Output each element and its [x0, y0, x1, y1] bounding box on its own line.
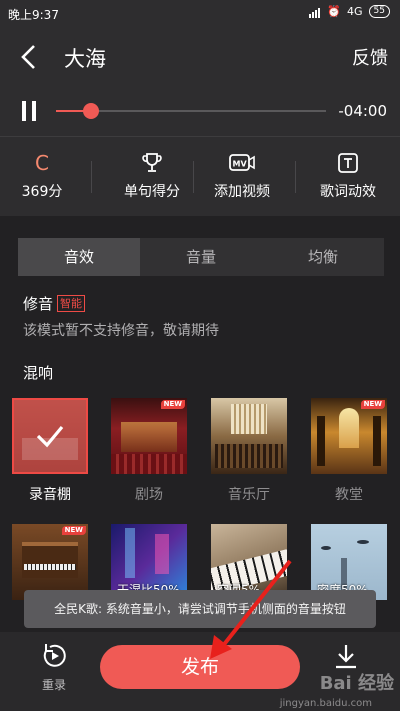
rerecord-button[interactable]: 重录 — [28, 642, 80, 693]
reverb-title: 混响 — [23, 364, 54, 382]
sentence-score-label: 单句得分 — [124, 184, 180, 200]
piano-keys-thumbnail: 空间5% — [211, 524, 287, 600]
score-button[interactable]: C 369分 — [0, 137, 92, 217]
signal-icon — [309, 5, 321, 18]
song-title: 大海 — [64, 47, 106, 71]
status-icons: ⏰ 4G 55 — [309, 5, 390, 18]
reverb-preset-concert-hall[interactable]: 音乐厅 — [211, 398, 287, 504]
reverb-preset-theater[interactable]: NEW 剧场 — [111, 398, 187, 504]
svg-text:MV: MV — [233, 160, 248, 169]
add-video-label: 添加视频 — [214, 184, 270, 200]
player-bar: -04:00 — [0, 86, 400, 136]
church-thumbnail: NEW — [311, 398, 387, 474]
divider — [193, 161, 194, 193]
progress-slider[interactable] — [56, 103, 326, 119]
volume-toast: 全民K歌: 系统音量小，请尝试调节手机侧面的音量按钮 — [24, 590, 376, 628]
trophy-icon — [142, 153, 162, 172]
top-bar: 大海 反馈 — [0, 28, 400, 86]
feedback-button[interactable]: 反馈 — [352, 44, 388, 70]
pause-icon — [22, 101, 26, 121]
remaining-time: -04:00 — [338, 102, 387, 120]
battery-icon: 55 — [368, 5, 390, 18]
reverb-preset-density[interactable]: 密度50% — [311, 524, 387, 600]
tuning-title: 修音 — [23, 295, 54, 313]
check-icon — [36, 425, 64, 448]
divider — [91, 161, 92, 193]
lyrics-effect-button[interactable]: 歌词动效 — [298, 137, 398, 217]
reverb-preset-church[interactable]: NEW 教堂 — [311, 398, 387, 504]
effect-tabs: 音效 音量 均衡 — [18, 238, 384, 276]
add-video-button[interactable]: MV 添加视频 — [192, 137, 292, 217]
concert-hall-thumbnail — [211, 398, 287, 474]
tab-equalizer[interactable]: 均衡 — [262, 238, 384, 276]
score-label: 369分 — [21, 184, 63, 200]
studio-thumbnail — [12, 398, 88, 474]
tab-sound-effect[interactable]: 音效 — [18, 238, 140, 276]
new-badge: NEW — [360, 400, 385, 409]
watermark-brand: Bai 经验 — [319, 673, 394, 694]
tool-row: C 369分 单句得分 MV 添加视频 歌词动效 — [0, 136, 400, 216]
network-label: 4G — [347, 5, 363, 18]
tuning-section-title: 修音 智能 — [23, 293, 86, 314]
sentence-score-button[interactable]: 单句得分 — [102, 137, 202, 217]
lyrics-effect-label: 歌词动效 — [320, 184, 376, 200]
lyrics-effect-icon — [338, 153, 358, 173]
rerecord-label: 重录 — [41, 678, 66, 692]
reverb-preset-piano[interactable]: NEW — [12, 524, 88, 600]
watermark-url: jingyan.baidu.com — [279, 698, 372, 709]
mv-video-icon: MV — [229, 154, 255, 171]
pause-button[interactable] — [21, 101, 37, 121]
new-badge: NEW — [61, 526, 86, 535]
preset-label: 音乐厅 — [228, 487, 270, 503]
piano-thumbnail: NEW — [12, 524, 88, 600]
new-badge: NEW — [160, 400, 185, 409]
grade-c-icon: C — [35, 151, 49, 175]
reverb-preset-studio[interactable]: 录音棚 — [12, 398, 88, 504]
reverb-preset-wet-dry[interactable]: 干湿比50% — [111, 524, 187, 600]
birds-bridge-thumbnail: 密度50% — [311, 524, 387, 600]
alarm-icon: ⏰ — [327, 5, 342, 18]
progress-thumb[interactable] — [83, 103, 100, 119]
status-bar: 晚上9:37 ⏰ 4G 55 — [0, 0, 400, 28]
smart-badge: 智能 — [57, 295, 86, 312]
rerecord-icon — [43, 644, 66, 667]
tuning-note: 该模式暂不支持修音，敬请期待 — [23, 323, 219, 339]
bottom-bar: 重录 发布 Bai 经验 jingyan.baidu.com — [0, 632, 400, 711]
preset-label: 剧场 — [135, 487, 163, 503]
status-time: 晚上9:37 — [8, 8, 59, 22]
theater-thumbnail: NEW — [111, 398, 187, 474]
divider — [295, 161, 296, 193]
preset-label: 教堂 — [335, 487, 363, 503]
preset-label: 录音棚 — [29, 487, 71, 503]
reverb-preset-space[interactable]: 空间5% — [211, 524, 287, 600]
stage-lights-thumbnail: 干湿比50% — [111, 524, 187, 600]
publish-button[interactable]: 发布 — [100, 645, 300, 689]
back-arrow-icon[interactable] — [18, 42, 42, 72]
download-icon[interactable] — [332, 642, 360, 672]
tab-volume[interactable]: 音量 — [140, 238, 262, 276]
